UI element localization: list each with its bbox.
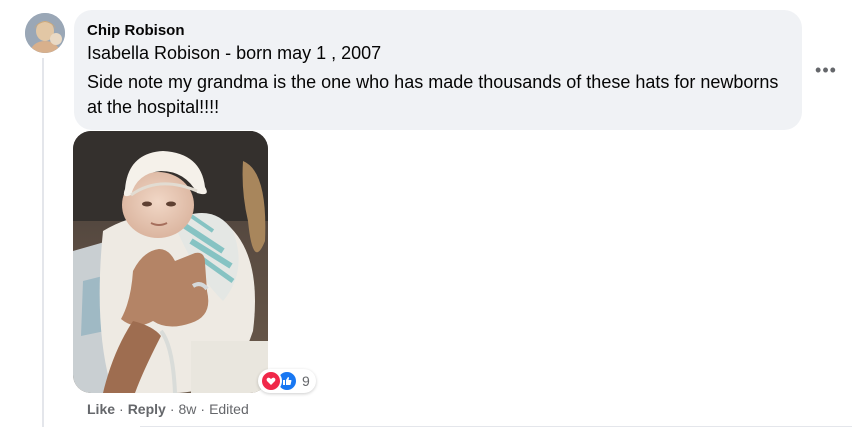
comment-text-line-1: Isabella Robison - born may 1 , 2007 (87, 43, 382, 63)
love-reaction-icon (260, 370, 282, 392)
separator: · (169, 401, 175, 417)
comment-photo[interactable] (73, 131, 268, 393)
comment-bubble: Chip Robison Isabella Robison - born may… (74, 10, 802, 130)
separator: · (200, 401, 206, 417)
avatar-image (25, 13, 65, 53)
more-horizontal-icon: ••• (815, 59, 837, 80)
timestamp-link[interactable]: 8w (178, 401, 196, 417)
edited-label[interactable]: Edited (209, 401, 249, 417)
more-options-button[interactable]: ••• (814, 58, 838, 82)
comment-text-line-2: Side note my grandma is the one who has … (87, 72, 779, 117)
comment-author[interactable]: Chip Robison (87, 22, 788, 40)
separator: · (119, 401, 124, 417)
reply-button[interactable]: Reply (128, 401, 166, 417)
reactions-summary[interactable]: 9 (258, 369, 316, 393)
comment-actions: Like · Reply · 8w · Edited (87, 400, 249, 418)
newborn-baby-photo (73, 131, 268, 393)
reaction-count: 9 (302, 373, 310, 389)
like-button[interactable]: Like (87, 401, 115, 417)
avatar[interactable] (25, 13, 65, 53)
thread-line (42, 58, 44, 427)
